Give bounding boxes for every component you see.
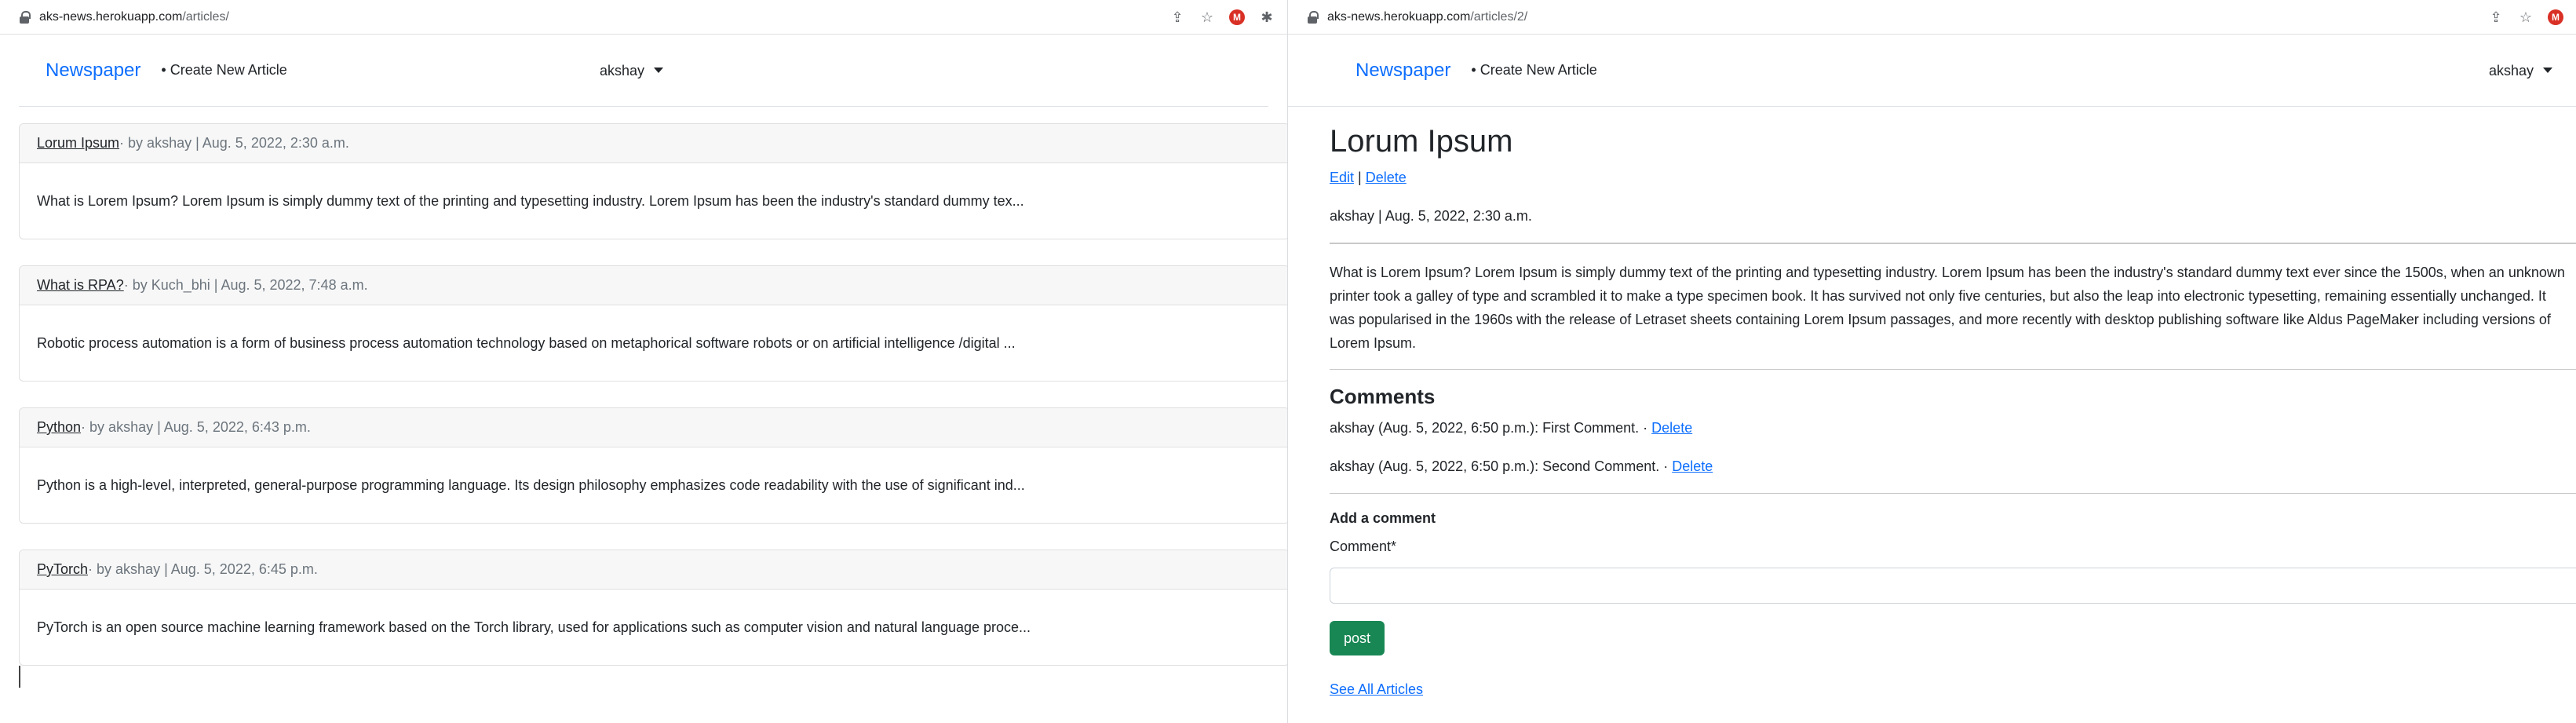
article-byline: · by Kuch_bhi | Aug. 5, 2022, 7:48 a.m. bbox=[123, 277, 368, 293]
user-dropdown[interactable]: akshay bbox=[600, 63, 664, 79]
article-card: What is RPA? · by Kuch_bhi | Aug. 5, 202… bbox=[19, 265, 1287, 382]
star-icon[interactable]: ☆ bbox=[1199, 9, 1215, 25]
lock-icon[interactable] bbox=[1307, 10, 1319, 24]
article-title: Lorum Ipsum bbox=[1330, 124, 1513, 159]
star-icon[interactable]: ☆ bbox=[2518, 9, 2534, 25]
navbar: Newspaper • Create New Article bbox=[1288, 35, 2576, 107]
toolbar-icons: ⇪ ☆ M bbox=[2488, 9, 2563, 25]
delete-comment-link[interactable]: Delete bbox=[1651, 420, 1692, 436]
divider bbox=[1330, 493, 2576, 494]
post-button[interactable]: post bbox=[1330, 621, 1385, 655]
article-byline: · by akshay | Aug. 5, 2022, 2:30 a.m. bbox=[119, 135, 349, 151]
delete-comment-link[interactable]: Delete bbox=[1672, 458, 1713, 474]
comment-field-label: Comment* bbox=[1330, 539, 1397, 554]
article-excerpt: PyTorch is an open source machine learni… bbox=[37, 619, 1031, 635]
article-meta: akshay | Aug. 5, 2022, 2:30 a.m. bbox=[1330, 208, 1532, 224]
article-title-link[interactable]: Python bbox=[37, 419, 81, 436]
article-byline: · by akshay | Aug. 5, 2022, 6:45 p.m. bbox=[88, 561, 318, 577]
caret-down-icon bbox=[2543, 68, 2553, 73]
edit-link[interactable]: Edit bbox=[1330, 170, 1354, 185]
create-article-link[interactable]: • Create New Article bbox=[161, 62, 286, 79]
add-comment-heading: Add a comment bbox=[1330, 510, 1436, 526]
article-card-header: Lorum Ipsum · by akshay | Aug. 5, 2022, … bbox=[20, 124, 1287, 163]
article-title-link[interactable]: PyTorch bbox=[37, 561, 88, 578]
comment-input[interactable] bbox=[1330, 568, 2576, 604]
extension-icon[interactable]: M bbox=[2548, 9, 2563, 25]
article-card-header: What is RPA? · by Kuch_bhi | Aug. 5, 202… bbox=[20, 266, 1287, 305]
article-card: Python · by akshay | Aug. 5, 2022, 6:43 … bbox=[19, 407, 1287, 524]
delete-article-link[interactable]: Delete bbox=[1366, 170, 1407, 185]
right-browser-pane: aks-news.herokuapp.com/articles/2/ ⇪ ☆ M… bbox=[1288, 0, 2576, 723]
article-byline: · by akshay | Aug. 5, 2022, 6:43 p.m. bbox=[81, 419, 311, 435]
url-text[interactable]: aks-news.herokuapp.com/articles/ bbox=[39, 10, 1169, 24]
action-separator: | bbox=[1354, 170, 1366, 185]
article-excerpt: What is Lorem Ipsum? Lorem Ipsum is simp… bbox=[37, 193, 1024, 209]
split-screen: aks-news.herokuapp.com/articles/ ⇪ ☆ M ✱… bbox=[0, 0, 2576, 723]
comment-item: akshay (Aug. 5, 2022, 6:50 p.m.): First … bbox=[1330, 420, 1692, 436]
left-browser-pane: aks-news.herokuapp.com/articles/ ⇪ ☆ M ✱… bbox=[0, 0, 1288, 723]
puzzle-icon[interactable]: ✱ bbox=[1259, 9, 1275, 25]
article-card: Lorum Ipsum · by akshay | Aug. 5, 2022, … bbox=[19, 123, 1287, 239]
article-excerpt: Robotic process automation is a form of … bbox=[37, 335, 1016, 351]
lock-icon[interactable] bbox=[19, 10, 31, 24]
comment-text: akshay (Aug. 5, 2022, 6:50 p.m.): Second… bbox=[1330, 458, 1673, 474]
comment-item: akshay (Aug. 5, 2022, 6:50 p.m.): Second… bbox=[1330, 458, 1713, 475]
article-card: PyTorch · by akshay | Aug. 5, 2022, 6:45… bbox=[19, 550, 1287, 666]
address-bar[interactable]: aks-news.herokuapp.com/articles/ ⇪ ☆ M ✱ bbox=[0, 0, 1287, 35]
url-text[interactable]: aks-news.herokuapp.com/articles/2/ bbox=[1327, 10, 2488, 24]
brand-link[interactable]: Newspaper bbox=[46, 60, 140, 82]
divider bbox=[1330, 369, 2576, 370]
user-dropdown[interactable]: akshay bbox=[2489, 63, 2553, 79]
article-card-header: Python · by akshay | Aug. 5, 2022, 6:43 … bbox=[20, 408, 1287, 447]
toolbar-icons: ⇪ ☆ M ✱ bbox=[1169, 9, 1275, 25]
article-excerpt: Python is a high-level, interpreted, gen… bbox=[37, 477, 1025, 493]
extension-icon[interactable]: M bbox=[1229, 9, 1245, 25]
text-cursor bbox=[19, 666, 20, 688]
see-all-articles-link[interactable]: See All Articles bbox=[1330, 681, 1423, 698]
comment-text: akshay (Aug. 5, 2022, 6:50 p.m.): First … bbox=[1330, 420, 1652, 436]
brand-link[interactable]: Newspaper bbox=[1356, 60, 1450, 82]
article-card-header: PyTorch · by akshay | Aug. 5, 2022, 6:45… bbox=[20, 550, 1287, 590]
article-body: What is Lorem Ipsum? Lorem Ipsum is simp… bbox=[1330, 265, 2565, 351]
create-article-link[interactable]: • Create New Article bbox=[1471, 62, 1596, 79]
comments-heading: Comments bbox=[1330, 385, 1436, 408]
address-bar[interactable]: aks-news.herokuapp.com/articles/2/ ⇪ ☆ M bbox=[1288, 0, 2576, 35]
article-title-link[interactable]: What is RPA? bbox=[37, 277, 124, 294]
article-title-link[interactable]: Lorum Ipsum bbox=[37, 135, 119, 152]
caret-down-icon bbox=[654, 68, 664, 73]
article-actions: Edit | Delete bbox=[1330, 170, 1407, 186]
share-icon[interactable]: ⇪ bbox=[1169, 9, 1185, 25]
divider bbox=[1330, 243, 2576, 244]
share-icon[interactable]: ⇪ bbox=[2488, 9, 2504, 25]
